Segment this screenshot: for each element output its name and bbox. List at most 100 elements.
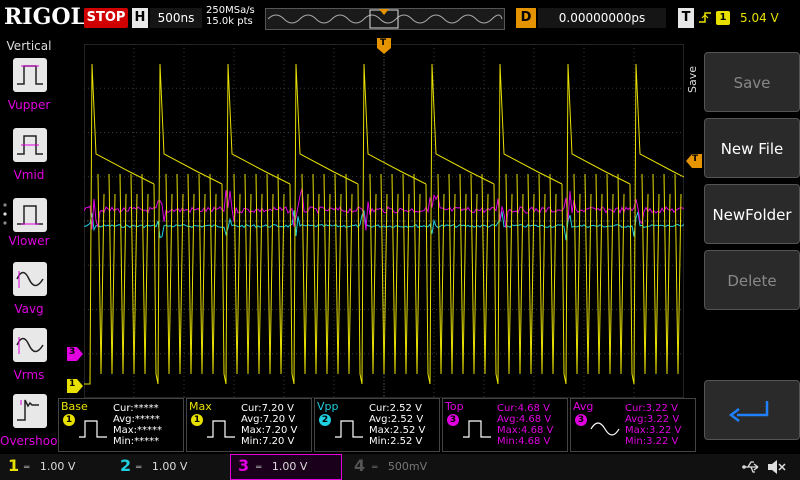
measurement-name: Vpp (317, 400, 339, 413)
measurement-average: Avg:3.22 V (625, 414, 680, 425)
ch1-scale[interactable]: ═ 1.00 V (24, 457, 114, 477)
measurement-name: Max (189, 400, 212, 413)
ch4-scale[interactable]: ═ 500mV (372, 457, 462, 477)
measurement-minimum: Min:3.22 V (625, 436, 679, 447)
usb-icon (742, 459, 762, 475)
trigger-level-marker[interactable]: T (686, 153, 702, 168)
ch3-offset-marker-label: 3 (69, 347, 76, 357)
vavg-button[interactable] (13, 262, 47, 296)
trigger-time-marker[interactable]: T (377, 38, 391, 54)
measurement-minimum: Min:***** (113, 436, 160, 447)
overshoot-icon (17, 399, 39, 421)
acquisition-info: 250MSa/s 15.0k pts (206, 5, 255, 27)
measurement-maximum: Max:2.52 V (369, 425, 426, 436)
channel-badge: 1 (63, 414, 75, 426)
measurement-menu: Vertical Vupper Vmid Vlower Vavg Vrms Ov… (0, 36, 63, 454)
vmid-label: Vmid (13, 168, 45, 182)
ch4-number[interactable]: 4 (354, 456, 365, 475)
vrms-button[interactable] (13, 328, 47, 362)
ch2-number[interactable]: 2 (120, 456, 131, 475)
ch3-number[interactable]: 3 (238, 456, 249, 475)
brand-logo: RIGOL (4, 4, 86, 30)
memory-waveform-preview (267, 9, 503, 29)
pulse-top-icon (463, 420, 491, 438)
vupper-button[interactable] (13, 58, 47, 92)
new-file-button[interactable]: New File (704, 118, 800, 178)
save-menu-title: Save (686, 66, 699, 94)
trigger-delay-value[interactable]: 0.00000000ps (538, 8, 666, 28)
measurement-max[interactable]: Max 1 Cur:7.20 V Avg:7.20 V Max:7.20 V M… (186, 398, 312, 452)
measurement-top[interactable]: Top 3 Cur:4.68 V Avg:4.68 V Max:4.68 V M… (442, 398, 568, 452)
ch2-scale-value: 1.00 V (151, 460, 188, 473)
ch4-scale-value: 500mV (387, 460, 428, 473)
ch1-offset-marker[interactable]: 1 (67, 378, 83, 393)
menu-title: Vertical (6, 39, 52, 53)
vlower-label: Vlower (8, 234, 50, 248)
sine-rms-icon (16, 337, 44, 354)
ch1-number[interactable]: 1 (8, 456, 19, 475)
top-status-bar: RIGOL STOP H 500ns 250MSa/s 15.0k pts D … (0, 0, 800, 36)
measurement-maximum: Max:***** (113, 425, 163, 436)
overshoot-label: Overshoot (0, 434, 63, 448)
menu-page-dots (3, 202, 7, 226)
pulse-max-icon (207, 420, 235, 438)
measurement-current: Cur:4.68 V (497, 403, 550, 414)
measurement-vpp[interactable]: Vpp 2 Cur:2.52 V Avg:2.52 V Max:2.52 V M… (314, 398, 440, 452)
pulse-base-icon (79, 420, 107, 438)
measurement-average: Avg:7.20 V (241, 414, 296, 425)
waveform-graticule (83, 43, 703, 399)
measurement-average: Avg:***** (113, 414, 160, 425)
measurement-avg[interactable]: Avg 3 Cur:3.22 V Avg:3.22 V Max:3.22 V M… (570, 398, 696, 452)
vrms-label: Vrms (13, 368, 45, 382)
overshoot-button[interactable] (13, 394, 47, 428)
ch1-scale-value: 1.00 V (39, 460, 76, 473)
memory-depth: 15.0k pts (206, 16, 253, 27)
channel-badge: 3 (447, 414, 459, 426)
trigger-level-marker-label: T (692, 154, 699, 164)
measurement-average: Avg:4.68 V (497, 414, 552, 425)
pulse-mid-icon (17, 135, 43, 155)
save-menu: Save Save New File NewFolder Delete (686, 36, 800, 454)
save-button[interactable]: Save (704, 52, 800, 112)
channel-badge: 3 (575, 414, 587, 426)
channel-badge: 1 (191, 414, 203, 426)
memory-overview-strip[interactable] (265, 8, 505, 30)
waveform-display[interactable] (83, 43, 703, 399)
measurement-current: Cur:3.22 V (625, 403, 678, 414)
trigger-level-value[interactable]: 5.04 V (740, 8, 796, 28)
measurement-minimum: Min:4.68 V (497, 436, 551, 447)
trigger-source-badge: 1 (716, 11, 730, 25)
vlower-button[interactable] (13, 198, 47, 232)
ch3-scale[interactable]: ═ 1.00 V (256, 457, 340, 477)
pulse-upper-icon (17, 65, 43, 85)
measurement-name: Avg (573, 400, 594, 413)
measurement-minimum: Min:7.20 V (241, 436, 295, 447)
measurement-current: Cur:2.52 V (369, 403, 422, 414)
rising-edge-icon (698, 8, 712, 28)
measurement-maximum: Max:3.22 V (625, 425, 682, 436)
new-folder-button[interactable]: NewFolder (704, 184, 800, 244)
channel-status-bar: 1 ═ 1.00 V 2 ═ 1.00 V 3 ═ 1.00 V 4 ═ 500… (0, 454, 800, 480)
ch3-offset-marker[interactable]: 3 (67, 346, 83, 361)
pulse-lower-icon (17, 205, 43, 225)
trigger-badge: T (678, 8, 694, 28)
return-button[interactable] (704, 380, 800, 440)
measurement-current: Cur:7.20 V (241, 403, 294, 414)
run-stop-status[interactable]: STOP (84, 8, 128, 28)
ch1-offset-marker-label: 1 (69, 379, 76, 389)
timebase-value[interactable]: 500ns (150, 8, 202, 28)
measurement-base[interactable]: Base 1 Cur:***** Avg:***** Max:***** Min… (58, 398, 184, 452)
trigger-position-marker-icon (379, 9, 389, 15)
sine-avg-icon (16, 271, 44, 288)
measurement-maximum: Max:4.68 V (497, 425, 554, 436)
measurement-current: Cur:***** (113, 403, 159, 414)
timebase-mode-badge: H (132, 8, 148, 28)
vavg-label: Vavg (14, 302, 44, 316)
vmid-button[interactable] (13, 128, 47, 162)
sine-avg-icon (590, 422, 620, 436)
measurement-name: Top (445, 400, 464, 413)
delete-button[interactable]: Delete (704, 250, 800, 310)
return-arrow-icon (728, 401, 769, 422)
ch2-scale[interactable]: ═ 1.00 V (136, 457, 226, 477)
speaker-muted-icon[interactable] (766, 458, 786, 476)
